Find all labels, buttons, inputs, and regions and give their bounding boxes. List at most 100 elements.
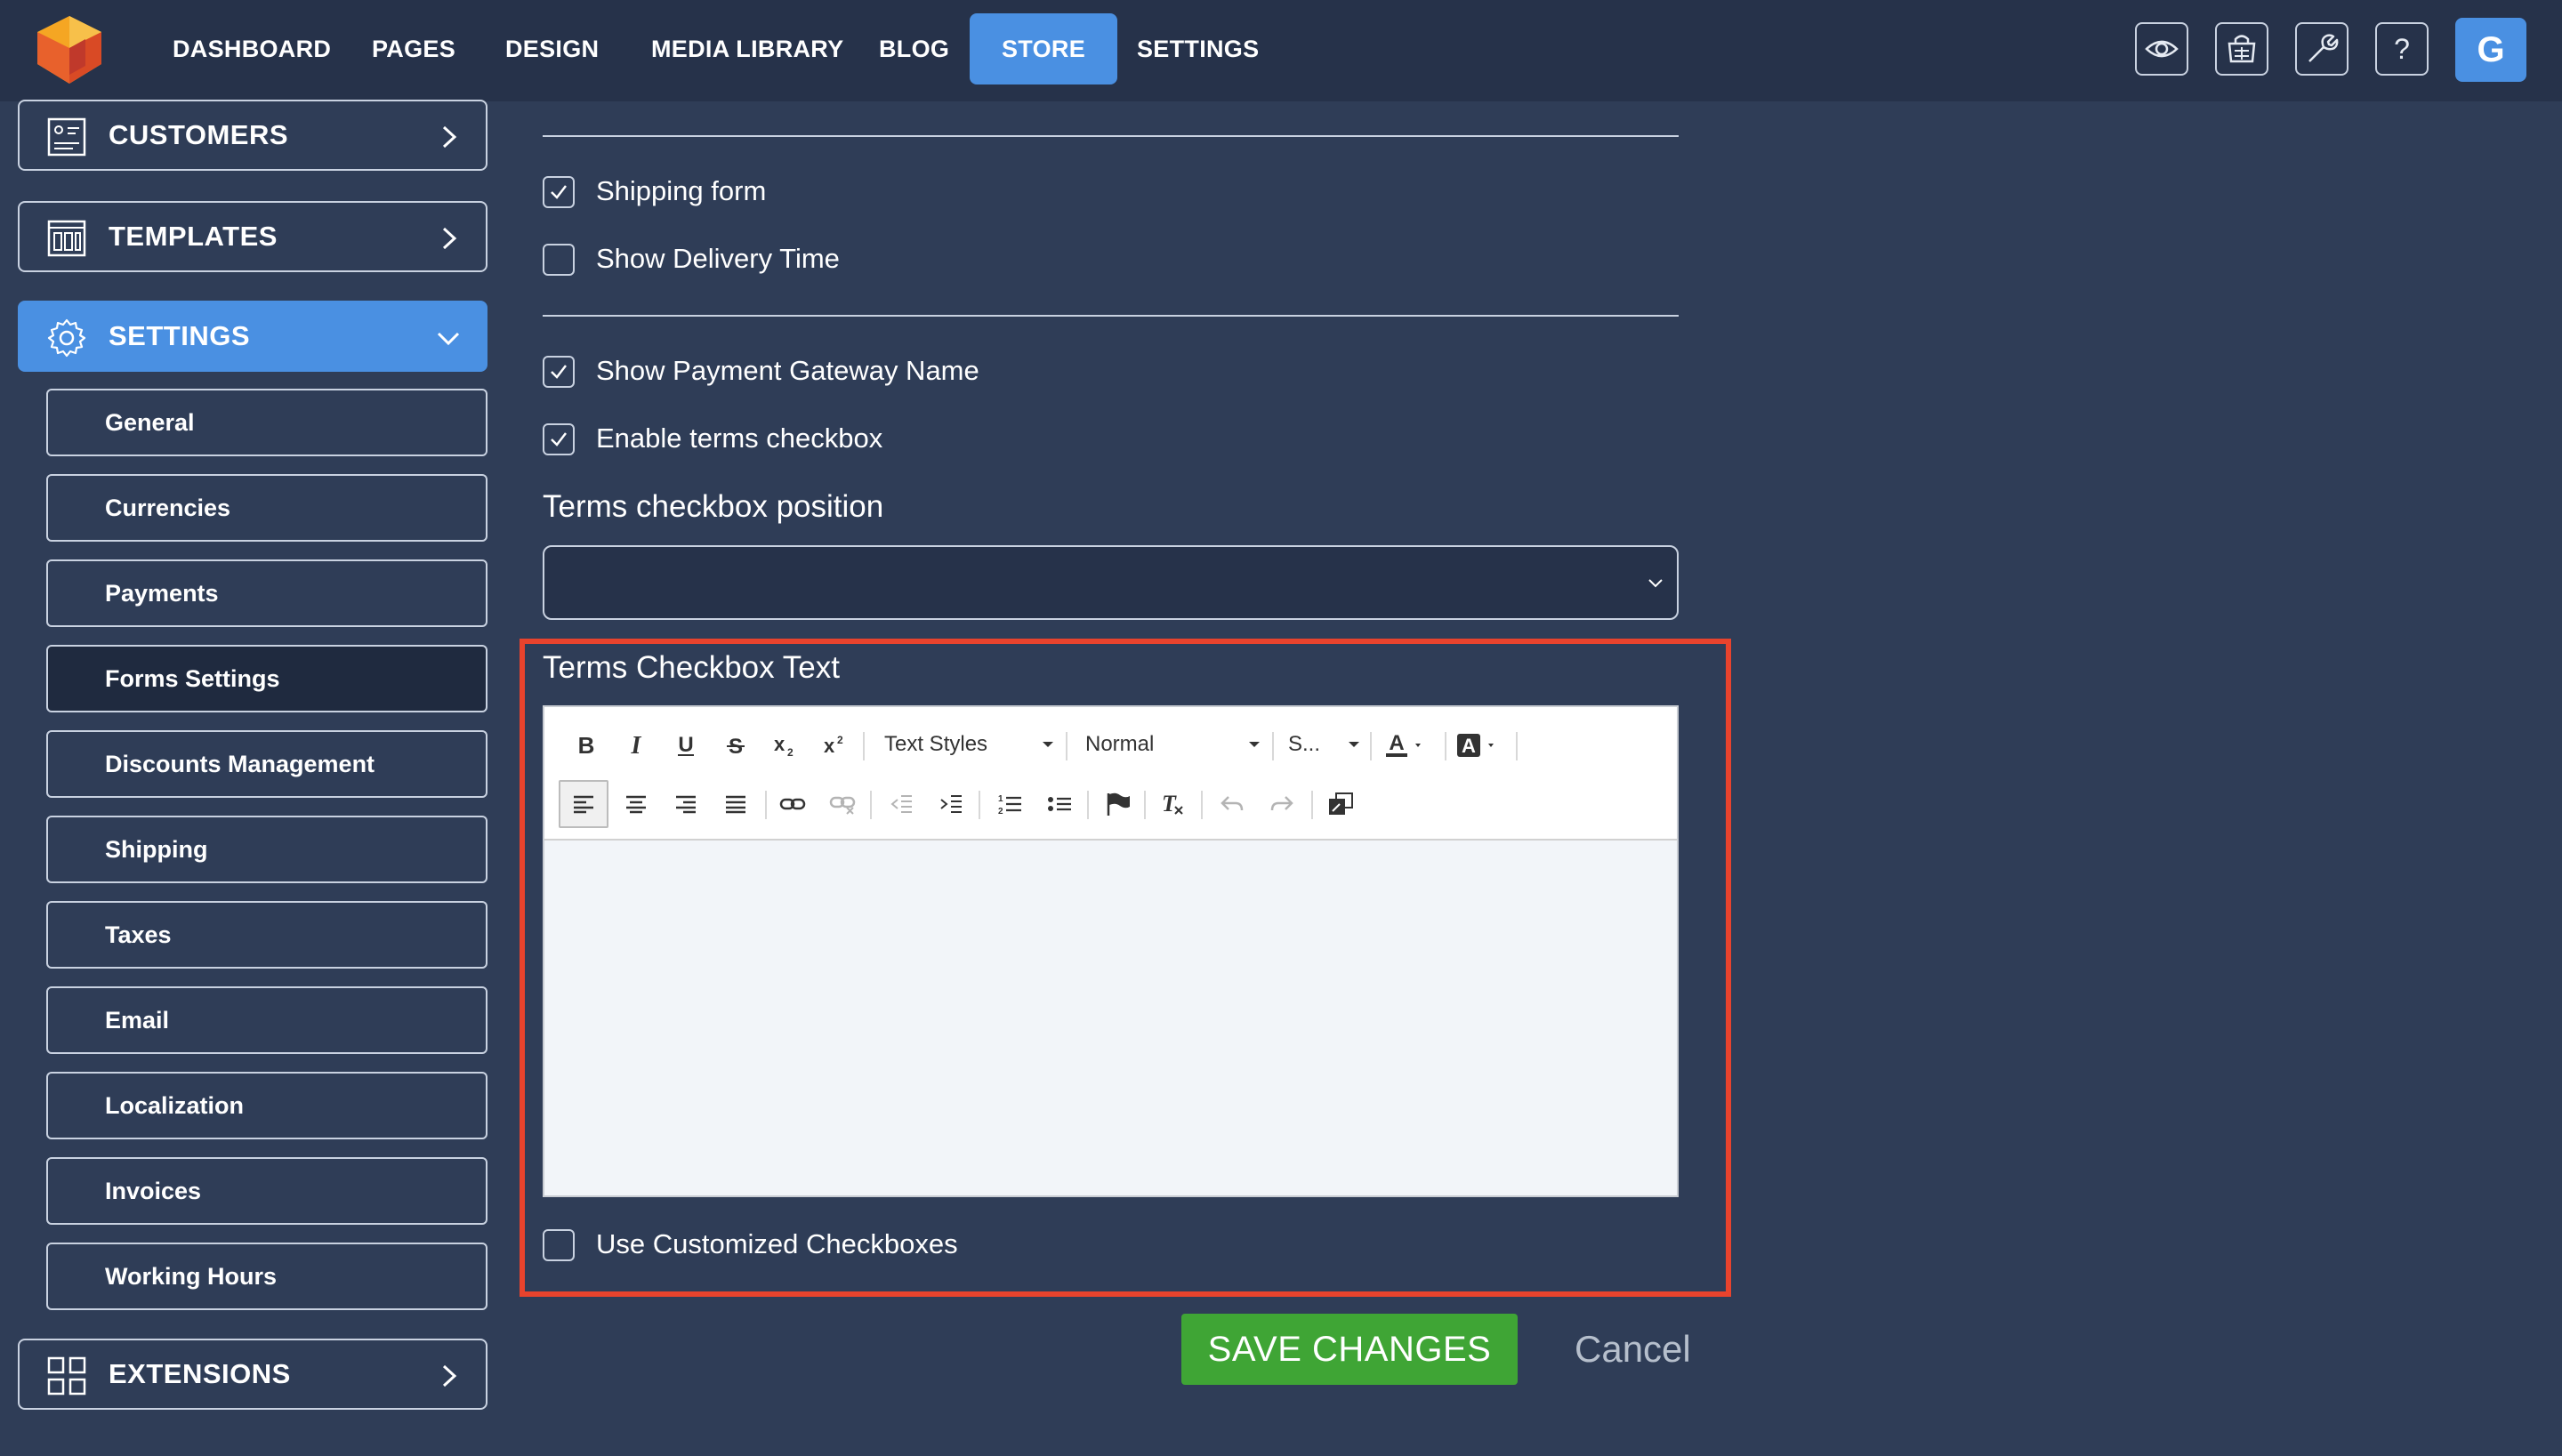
numbered-list-icon: 12	[998, 794, 1021, 816]
text-styles-dropdown[interactable]: Text Styles	[884, 727, 1053, 762]
eye-icon	[2145, 40, 2179, 58]
underline-button[interactable]: U	[664, 723, 708, 768]
background-color-button[interactable]: A	[1454, 723, 1509, 768]
italic-button[interactable]: I	[614, 723, 658, 768]
superscript-button[interactable]: x2	[813, 723, 858, 768]
align-right-button[interactable]	[664, 782, 708, 826]
chevron-right-icon	[442, 125, 457, 149]
subscript-button[interactable]: x2	[763, 723, 808, 768]
sidebar-sub-email[interactable]: Email	[46, 986, 487, 1054]
show-delivery-time-checkbox[interactable]	[543, 244, 575, 276]
svg-text:2: 2	[837, 734, 843, 746]
underline-icon: U	[678, 733, 694, 757]
bulleted-list-button[interactable]	[1037, 782, 1082, 826]
outdent-button[interactable]	[879, 782, 923, 826]
svg-text:?: ?	[2394, 33, 2410, 65]
sidebar-sub-invoices[interactable]: Invoices	[46, 1157, 487, 1225]
maximize-button[interactable]	[1318, 782, 1363, 826]
sidebar-sub-forms-settings[interactable]: Forms Settings	[46, 645, 487, 712]
tools-button[interactable]	[2295, 22, 2348, 76]
align-left-button[interactable]	[559, 780, 608, 828]
terms-position-select[interactable]	[543, 545, 1679, 620]
unlink-icon	[829, 796, 856, 815]
remove-format-button[interactable]: T	[1151, 782, 1196, 826]
top-navigation-bar: DASHBOARD PAGES DESIGN MEDIA LIBRARY BLO…	[0, 0, 2562, 101]
dropdown-arrow-icon	[1043, 742, 1053, 747]
anchor-button[interactable]	[1096, 782, 1140, 826]
flag-icon	[1107, 792, 1130, 816]
sidebar-extensions-label: EXTENSIONS	[109, 1358, 291, 1389]
help-button[interactable]: ?	[2375, 22, 2429, 76]
toolbar-separator	[1516, 732, 1518, 760]
toolbar-separator	[1445, 732, 1446, 760]
sidebar-extensions[interactable]: EXTENSIONS	[18, 1339, 487, 1410]
superscript-icon: x2	[824, 734, 843, 757]
svg-text:A: A	[1389, 731, 1404, 755]
toolbar-separator	[1144, 791, 1146, 819]
svg-text:2: 2	[998, 807, 1003, 816]
store-icon	[2228, 35, 2256, 63]
font-size-dropdown[interactable]: S...	[1288, 727, 1359, 762]
redo-button[interactable]	[1260, 782, 1304, 826]
text-color-button[interactable]: A	[1382, 723, 1438, 768]
svg-text:U: U	[678, 733, 693, 757]
editor-content-area[interactable]	[544, 841, 1677, 1195]
nav-design[interactable]: DESIGN	[473, 13, 631, 84]
show-payment-gateway-name-checkbox[interactable]	[543, 356, 575, 388]
numbered-list-button[interactable]: 12	[987, 782, 1032, 826]
svg-text:2: 2	[787, 746, 794, 758]
svg-text:B: B	[578, 734, 595, 757]
format-dropdown[interactable]: Normal	[1085, 727, 1260, 762]
sidebar-sub-currencies[interactable]: Currencies	[46, 474, 487, 542]
text-color-icon: A	[1386, 731, 1421, 757]
subscript-icon: x2	[774, 733, 794, 758]
sidebar-sub-payments[interactable]: Payments	[46, 559, 487, 627]
nav-blog[interactable]: BLOG	[847, 13, 981, 84]
sidebar-sub-taxes[interactable]: Taxes	[46, 901, 487, 969]
sidebar-sub-general[interactable]: General	[46, 389, 487, 456]
bold-button[interactable]: B	[564, 723, 608, 768]
terms-position-label: Terms checkbox position	[543, 489, 884, 524]
toolbar-separator	[1066, 732, 1068, 760]
sidebar-sub-shipping[interactable]: Shipping	[46, 816, 487, 883]
undo-icon	[1221, 796, 1244, 811]
justify-icon	[726, 795, 745, 814]
preview-button[interactable]	[2135, 22, 2188, 76]
save-changes-button[interactable]: SAVE CHANGES	[1181, 1314, 1518, 1385]
sidebar-sub-localization[interactable]: Localization	[46, 1072, 487, 1139]
checkmark-icon	[551, 185, 567, 199]
undo-button[interactable]	[1210, 782, 1254, 826]
sidebar-sub-discounts-management[interactable]: Discounts Management	[46, 730, 487, 798]
divider	[543, 135, 1679, 137]
strikethrough-button[interactable]: S	[713, 723, 758, 768]
sidebar-settings[interactable]: SETTINGS	[18, 301, 487, 372]
wrench-icon	[2308, 34, 2339, 62]
logo-icon[interactable]	[32, 12, 107, 87]
nav-store[interactable]: STORE	[970, 13, 1118, 84]
justify-button[interactable]	[713, 782, 758, 826]
sidebar-sub-working-hours[interactable]: Working Hours	[46, 1243, 487, 1310]
user-avatar[interactable]: G	[2455, 18, 2526, 82]
cancel-button[interactable]: Cancel	[1575, 1314, 1691, 1385]
nav-settings[interactable]: SETTINGS	[1105, 13, 1291, 84]
maximize-icon	[1329, 792, 1353, 815]
sidebar-settings-label: SETTINGS	[109, 320, 251, 351]
enable-terms-checkbox[interactable]	[543, 423, 575, 455]
indent-button[interactable]	[929, 782, 973, 826]
nav-dashboard[interactable]: DASHBOARD	[141, 13, 363, 84]
shipping-form-checkbox[interactable]	[543, 176, 575, 208]
editor-toolbar: B I U S x2 x2 Text Styles Normal S... A …	[544, 707, 1677, 841]
link-button[interactable]	[770, 782, 815, 826]
use-customized-checkboxes-checkbox[interactable]	[543, 1229, 575, 1261]
nav-media-library[interactable]: MEDIA LIBRARY	[619, 13, 875, 84]
align-center-button[interactable]	[614, 782, 658, 826]
rich-text-editor[interactable]: B I U S x2 x2 Text Styles Normal S... A …	[543, 705, 1679, 1197]
sidebar-customers[interactable]: CUSTOMERS	[18, 100, 487, 171]
nav-pages[interactable]: PAGES	[340, 13, 487, 84]
show-delivery-time-label: Show Delivery Time	[596, 243, 840, 274]
store-button[interactable]	[2215, 22, 2268, 76]
gear-icon	[47, 318, 86, 358]
indent-icon	[940, 795, 962, 813]
sidebar-templates[interactable]: TEMPLATES	[18, 201, 487, 272]
unlink-button[interactable]	[820, 782, 865, 826]
